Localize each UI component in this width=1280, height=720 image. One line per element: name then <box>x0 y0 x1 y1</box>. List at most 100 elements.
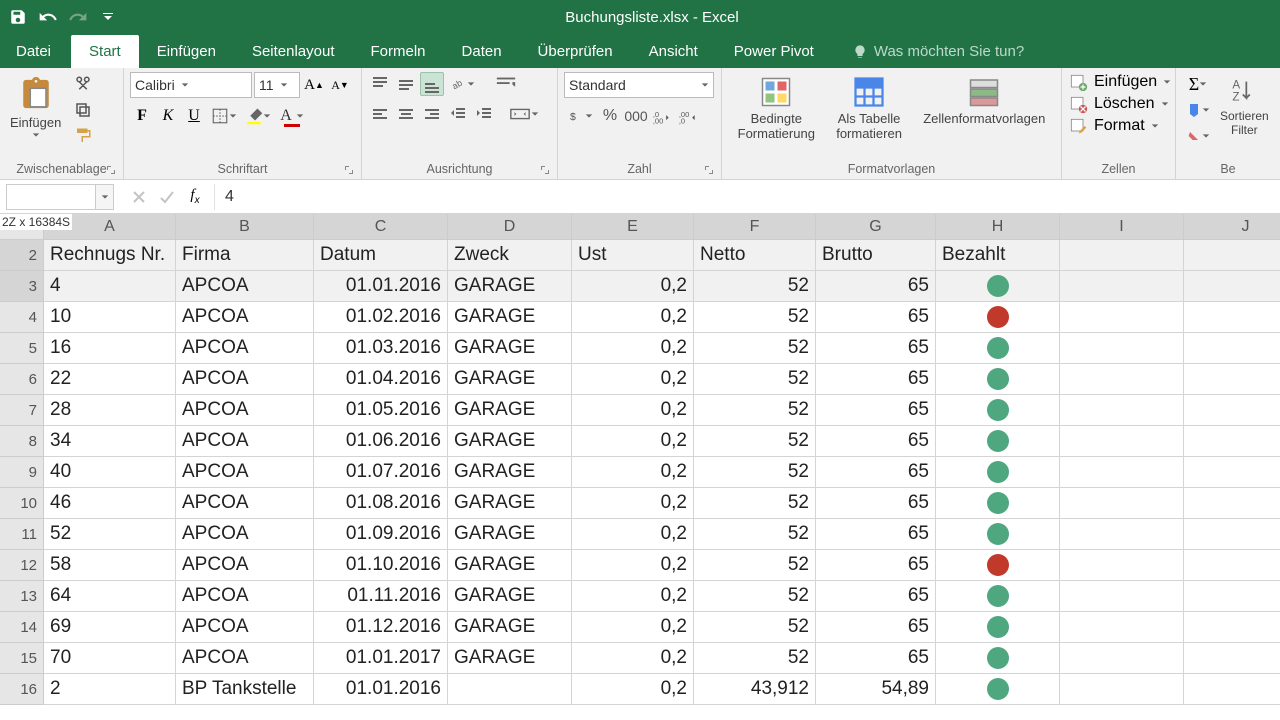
chevron-down-icon[interactable] <box>95 185 113 209</box>
align-center-button[interactable] <box>394 102 418 126</box>
cell[interactable]: GARAGE <box>448 333 572 364</box>
align-middle-button[interactable] <box>394 72 418 96</box>
cell[interactable]: APCOA <box>176 488 314 519</box>
cell[interactable]: 01.01.2016 <box>314 271 448 302</box>
row-header[interactable]: 12 <box>0 550 44 581</box>
cell[interactable]: 52 <box>694 643 816 674</box>
cell[interactable]: APCOA <box>176 643 314 674</box>
row-header[interactable]: 10 <box>0 488 44 519</box>
cell[interactable] <box>1184 302 1280 333</box>
cell[interactable] <box>936 271 1060 302</box>
cell[interactable]: 0,2 <box>572 271 694 302</box>
tab-insert[interactable]: Einfügen <box>139 35 234 68</box>
name-box[interactable] <box>6 184 114 210</box>
enter-formula-button[interactable] <box>154 184 180 210</box>
row-header[interactable]: 2 <box>0 240 44 271</box>
cell[interactable]: APCOA <box>176 302 314 333</box>
cell[interactable] <box>1060 550 1184 581</box>
cell[interactable] <box>1184 581 1280 612</box>
cell[interactable]: GARAGE <box>448 488 572 519</box>
cell[interactable]: 52 <box>694 519 816 550</box>
cell[interactable] <box>936 488 1060 519</box>
clear-button[interactable] <box>1182 124 1214 148</box>
increase-decimal-button[interactable]: ,0,00 <box>650 104 674 128</box>
conditional-formatting-button[interactable]: Bedingte Formatierung <box>734 72 819 144</box>
cell[interactable]: 52 <box>694 302 816 333</box>
cell[interactable]: 69 <box>44 612 176 643</box>
cell[interactable]: 01.12.2016 <box>314 612 448 643</box>
cell[interactable]: 64 <box>44 581 176 612</box>
cell[interactable] <box>1060 364 1184 395</box>
cell[interactable]: 0,2 <box>572 333 694 364</box>
cell[interactable] <box>936 457 1060 488</box>
cell[interactable] <box>936 395 1060 426</box>
paste-button[interactable]: Einfügen <box>6 72 65 141</box>
cell[interactable]: 28 <box>44 395 176 426</box>
column-header[interactable]: B <box>176 214 314 240</box>
cell[interactable]: 52 <box>694 581 816 612</box>
cell[interactable] <box>1060 581 1184 612</box>
cell[interactable] <box>1060 457 1184 488</box>
dialog-launcher-icon[interactable] <box>539 164 551 176</box>
insert-function-button[interactable]: fx <box>182 184 208 210</box>
cell[interactable]: APCOA <box>176 612 314 643</box>
save-icon[interactable] <box>6 5 30 29</box>
cell[interactable] <box>936 581 1060 612</box>
row-header[interactable]: 5 <box>0 333 44 364</box>
cell[interactable]: Datum <box>314 240 448 271</box>
cell[interactable] <box>936 674 1060 705</box>
delete-cells-button[interactable]: Löschen <box>1094 95 1155 113</box>
italic-button[interactable]: K <box>156 104 180 128</box>
increase-font-button[interactable]: A▲ <box>302 73 326 97</box>
cell[interactable]: 34 <box>44 426 176 457</box>
align-left-button[interactable] <box>368 102 392 126</box>
cell[interactable]: Zweck <box>448 240 572 271</box>
cell[interactable]: Ust <box>572 240 694 271</box>
format-as-table-button[interactable]: Als Tabelle formatieren <box>832 72 906 144</box>
cell[interactable] <box>1184 364 1280 395</box>
decrease-indent-button[interactable] <box>446 102 470 126</box>
cell[interactable] <box>1184 612 1280 643</box>
column-header[interactable]: E <box>572 214 694 240</box>
cell[interactable]: 0,2 <box>572 488 694 519</box>
cell[interactable]: 65 <box>816 302 936 333</box>
cell[interactable]: 01.08.2016 <box>314 488 448 519</box>
cell[interactable] <box>1060 302 1184 333</box>
cell[interactable]: 0,2 <box>572 395 694 426</box>
undo-icon[interactable] <box>36 5 60 29</box>
cell[interactable]: 01.07.2016 <box>314 457 448 488</box>
decrease-font-button[interactable]: A▼ <box>328 73 352 97</box>
cell[interactable] <box>448 674 572 705</box>
cell[interactable]: 54,89 <box>816 674 936 705</box>
cell[interactable] <box>936 643 1060 674</box>
cell[interactable] <box>1184 550 1280 581</box>
cell[interactable]: 65 <box>816 643 936 674</box>
font-color-button[interactable]: A <box>276 104 308 128</box>
cell[interactable]: BP Tankstelle <box>176 674 314 705</box>
cell[interactable]: 0,2 <box>572 674 694 705</box>
cell[interactable]: 01.09.2016 <box>314 519 448 550</box>
cell[interactable] <box>936 519 1060 550</box>
tab-review[interactable]: Überprüfen <box>520 35 631 68</box>
cell[interactable]: 70 <box>44 643 176 674</box>
cell[interactable] <box>1184 333 1280 364</box>
cell[interactable] <box>1184 674 1280 705</box>
cell[interactable]: 01.01.2017 <box>314 643 448 674</box>
cell[interactable]: 01.01.2016 <box>314 674 448 705</box>
dialog-launcher-icon[interactable] <box>105 164 117 176</box>
cell[interactable]: 52 <box>694 395 816 426</box>
cell[interactable]: APCOA <box>176 426 314 457</box>
cell[interactable]: 52 <box>694 333 816 364</box>
insert-cells-button[interactable]: Einfügen <box>1094 73 1157 91</box>
cut-button[interactable] <box>71 72 95 96</box>
cell[interactable]: 65 <box>816 426 936 457</box>
cell[interactable] <box>1184 519 1280 550</box>
column-header[interactable]: I <box>1060 214 1184 240</box>
cell[interactable] <box>936 302 1060 333</box>
cell[interactable]: 52 <box>694 488 816 519</box>
cell[interactable]: 52 <box>694 457 816 488</box>
font-size-combo[interactable]: 11 <box>254 72 300 98</box>
tab-formulas[interactable]: Formeln <box>353 35 444 68</box>
cell[interactable] <box>936 550 1060 581</box>
tell-me-search[interactable]: Was möchten Sie tun? <box>852 43 1024 68</box>
